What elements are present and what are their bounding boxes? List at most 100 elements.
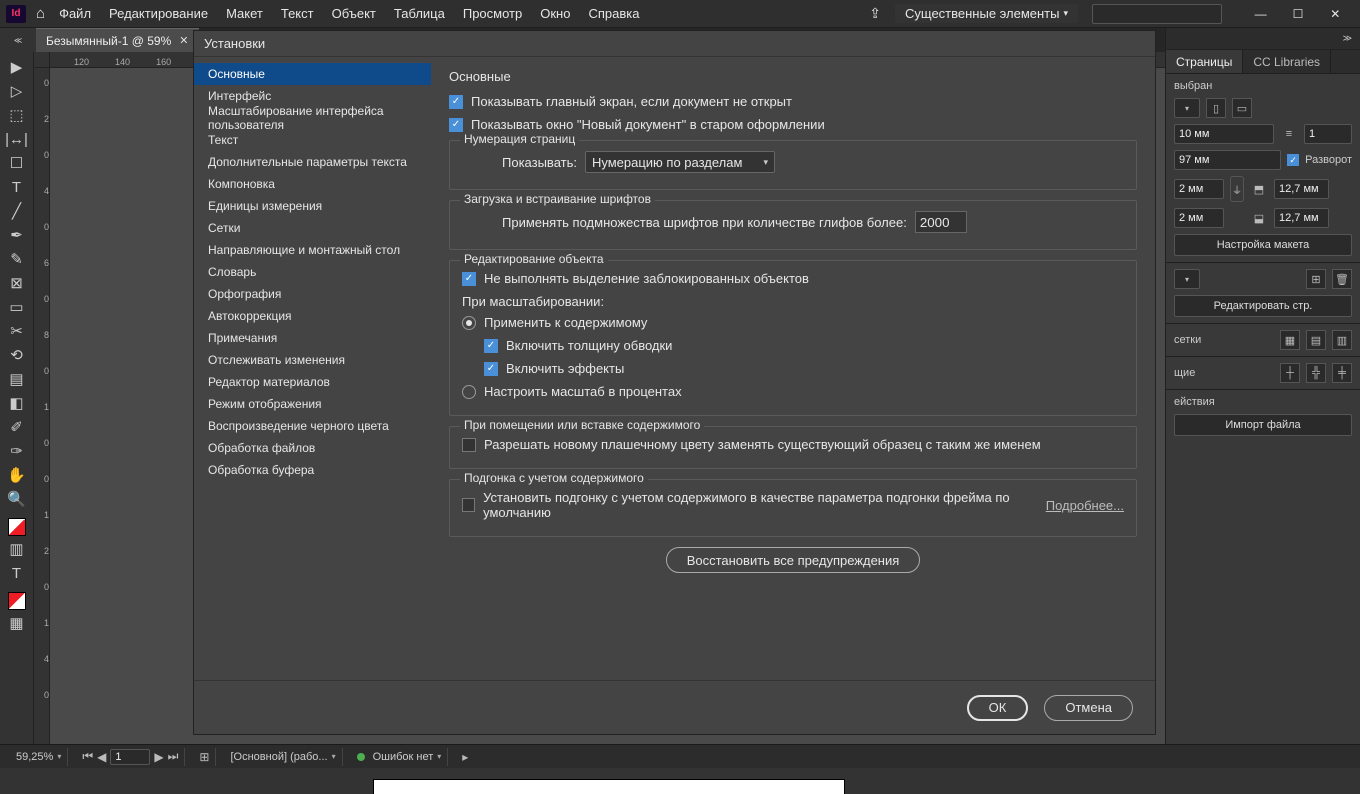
menu-file[interactable]: Файл [59, 6, 91, 21]
scaling-effects-checkbox[interactable] [484, 362, 498, 376]
layout-settings-button[interactable]: Настройка макета [1174, 234, 1352, 256]
menu-table[interactable]: Таблица [394, 6, 445, 21]
status-menu-icon[interactable]: ▸ [462, 750, 468, 764]
legacy-new-doc-checkbox[interactable] [449, 118, 463, 132]
tab-pages[interactable]: Страницы [1166, 50, 1243, 73]
page-size-preset-dropdown[interactable] [1174, 98, 1200, 118]
note-tool[interactable]: ✐ [3, 416, 31, 438]
share-icon[interactable]: ⇪ [869, 5, 881, 22]
view-mode-icon[interactable]: ▦ [3, 612, 31, 634]
orientation-landscape-icon[interactable]: ▭ [1232, 98, 1252, 118]
nav-dictionary[interactable]: Словарь [194, 261, 431, 283]
panel-collapse-icon[interactable]: ≫ [1166, 28, 1360, 50]
margin-right-input[interactable] [1274, 208, 1329, 228]
selection-tool[interactable]: ▶ [3, 56, 31, 78]
menu-object[interactable]: Объект [332, 6, 376, 21]
current-page-input[interactable] [110, 749, 150, 765]
nav-grids[interactable]: Сетки [194, 217, 431, 239]
ok-button[interactable]: ОК [967, 695, 1029, 721]
type-tool[interactable]: T [3, 176, 31, 198]
gap-tool[interactable]: |↔| [3, 128, 31, 150]
content-aware-default-checkbox[interactable] [462, 498, 475, 512]
nav-guides[interactable]: Направляющие и монтажный стол [194, 239, 431, 261]
grid-icon-2[interactable]: ▤ [1306, 330, 1326, 350]
nav-spelling[interactable]: Орфография [194, 283, 431, 305]
facing-pages-checkbox[interactable]: ✓ [1287, 154, 1299, 166]
guides-icon-2[interactable]: ╬ [1306, 363, 1326, 383]
width-input[interactable] [1174, 124, 1274, 144]
gradient-feather-tool[interactable]: ◧ [3, 392, 31, 414]
page-tool[interactable]: ⬚ [3, 104, 31, 126]
pencil-tool[interactable]: ✎ [3, 248, 31, 270]
scissors-tool[interactable]: ✂ [3, 320, 31, 342]
nav-display-performance[interactable]: Режим отображения [194, 393, 431, 415]
nav-ui-scaling[interactable]: Масштабирование интерфейса пользователя [194, 107, 431, 129]
edit-page-button[interactable]: Редактировать стр. [1174, 295, 1352, 317]
nav-black-appearance[interactable]: Воспроизведение черного цвета [194, 415, 431, 437]
grid-icon-1[interactable]: ▦ [1280, 330, 1300, 350]
prev-page-icon[interactable]: ◀ [97, 750, 106, 764]
menu-help[interactable]: Справка [588, 6, 639, 21]
font-subset-input[interactable] [915, 211, 967, 233]
margin-left-input[interactable] [1274, 179, 1329, 199]
document-tab-close-icon[interactable]: ✕ [179, 34, 188, 47]
minimize-button[interactable]: — [1247, 7, 1275, 21]
scaling-stroke-checkbox[interactable] [484, 339, 498, 353]
scaling-percent-radio[interactable] [462, 385, 476, 399]
document-tab[interactable]: Безымянный-1 @ 59% ✕ [36, 28, 199, 52]
scaling-apply-content-radio[interactable] [462, 316, 476, 330]
rectangle-frame-tool[interactable]: ⊠ [3, 272, 31, 294]
master-page-dropdown[interactable] [1174, 269, 1200, 289]
import-file-button[interactable]: Импорт файла [1174, 414, 1352, 436]
search-input[interactable] [1092, 4, 1222, 24]
margin-top-input[interactable] [1174, 179, 1224, 199]
content-aware-more-link[interactable]: Подробнее... [1046, 498, 1124, 513]
layout-status-dropdown[interactable]: [Основной] (рабо... [224, 748, 342, 766]
grid-icon-3[interactable]: ▥ [1332, 330, 1352, 350]
link-margins-icon[interactable]: ⏚ [1230, 176, 1244, 202]
menu-type[interactable]: Текст [281, 6, 314, 21]
allow-swatch-replace-checkbox[interactable] [462, 438, 476, 452]
maximize-button[interactable]: ☐ [1284, 7, 1312, 21]
nav-track-changes[interactable]: Отслеживать изменения [194, 349, 431, 371]
menu-window[interactable]: Окно [540, 6, 570, 21]
rectangle-tool[interactable]: ▭ [3, 296, 31, 318]
nav-notes[interactable]: Примечания [194, 327, 431, 349]
columns-input[interactable] [1304, 124, 1352, 144]
orientation-portrait-icon[interactable]: ▯ [1206, 98, 1226, 118]
new-page-icon[interactable]: ⊞ [1306, 269, 1326, 289]
apply-color-swatch-icon[interactable] [8, 592, 26, 610]
no-select-locked-checkbox[interactable] [462, 272, 476, 286]
next-page-icon[interactable]: ▶ [154, 750, 163, 764]
guides-icon-1[interactable]: ┼ [1280, 363, 1300, 383]
free-transform-tool[interactable]: ⟲ [3, 344, 31, 366]
nav-clipboard-handling[interactable]: Обработка буфера [194, 459, 431, 481]
height-input[interactable] [1174, 150, 1281, 170]
zoom-level-dropdown[interactable]: 59,25% [10, 748, 68, 766]
cancel-button[interactable]: Отмена [1044, 695, 1133, 721]
zoom-tool[interactable]: 🔍 [3, 488, 31, 510]
nav-advanced-type[interactable]: Дополнительные параметры текста [194, 151, 431, 173]
content-collector-tool[interactable]: ☐ [3, 152, 31, 174]
nav-story-editor[interactable]: Редактор материалов [194, 371, 431, 393]
home-icon[interactable]: ⌂ [36, 5, 45, 22]
first-page-icon[interactable]: ⏮ [82, 749, 93, 764]
gradient-swatch-tool[interactable]: ▤ [3, 368, 31, 390]
direct-selection-tool[interactable]: ▷ [3, 80, 31, 102]
show-home-checkbox[interactable] [449, 95, 463, 109]
menu-edit[interactable]: Редактирование [109, 6, 208, 21]
format-container-icon[interactable]: ▥ [3, 538, 31, 560]
menu-view[interactable]: Просмотр [463, 6, 522, 21]
tab-cc-libraries[interactable]: CC Libraries [1243, 50, 1331, 73]
preflight-status[interactable]: Ошибок нет [351, 748, 449, 766]
pen-tool[interactable]: ✒ [3, 224, 31, 246]
workspace-switcher[interactable]: Существенные элементы ▾ [895, 4, 1078, 23]
control-strip-collapse-icon[interactable]: ≪ [0, 28, 36, 52]
line-tool[interactable]: ╱ [3, 200, 31, 222]
last-page-icon[interactable]: ⏭ [168, 749, 179, 764]
page-numbering-dropdown[interactable]: Нумерацию по разделам [585, 151, 775, 173]
margin-bottom-input[interactable] [1174, 208, 1224, 228]
guides-icon-3[interactable]: ╪ [1332, 363, 1352, 383]
fill-stroke-swatch-icon[interactable] [8, 518, 26, 536]
reset-warnings-button[interactable]: Восстановить все предупреждения [666, 547, 921, 573]
